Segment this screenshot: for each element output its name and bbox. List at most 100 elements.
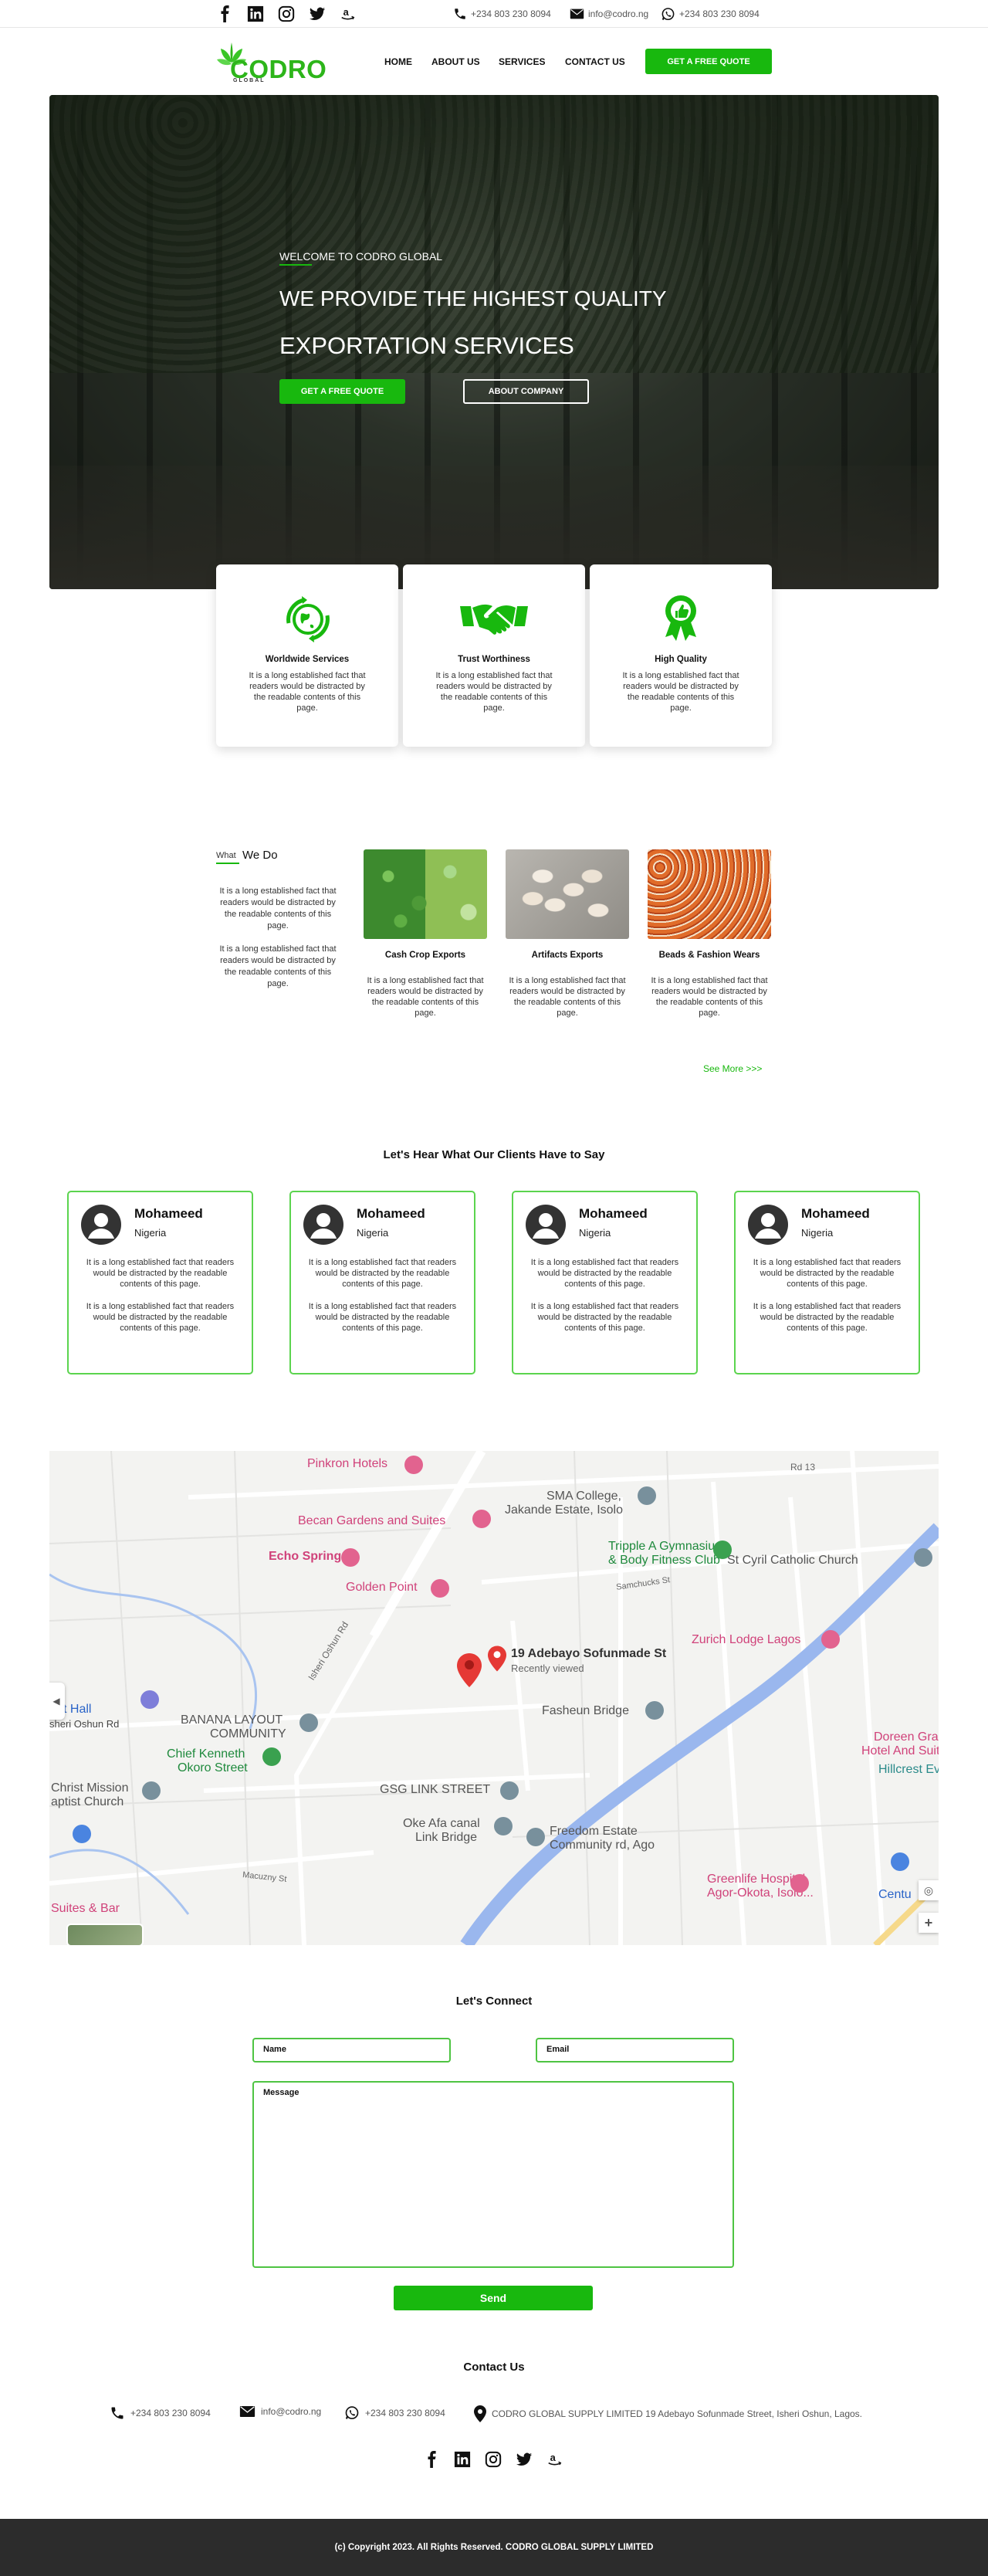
hero-title-line1: WE PROVIDE THE HIGHEST QUALITY bbox=[279, 286, 667, 310]
estate-marker-icon[interactable] bbox=[526, 1828, 545, 1846]
map-label-becan[interactable]: Becan Gardens and Suites bbox=[298, 1514, 445, 1528]
instagram-icon[interactable] bbox=[485, 2451, 502, 2468]
church-marker-icon[interactable] bbox=[142, 1781, 161, 1800]
map-label-hall[interactable]: t Hall bbox=[63, 1703, 91, 1717]
lodge-marker-icon[interactable] bbox=[821, 1630, 840, 1649]
email-field[interactable]: Email bbox=[536, 2038, 734, 2062]
map-label-golden[interactable]: Golden Point bbox=[346, 1581, 418, 1595]
nav-quote-button[interactable]: GET A FREE QUOTE bbox=[645, 49, 772, 74]
hall-marker-icon[interactable] bbox=[140, 1690, 159, 1709]
map-label-pinkron[interactable]: Pinkron Hotels bbox=[307, 1457, 387, 1471]
testimonial-location: Nigeria bbox=[801, 1227, 834, 1239]
message-field[interactable]: Message bbox=[252, 2081, 734, 2268]
map-label-banana2[interactable]: COMMUNITY bbox=[210, 1727, 286, 1741]
map-label-chief1[interactable]: Chief Kenneth bbox=[167, 1747, 245, 1761]
see-more-link[interactable]: See More >>> bbox=[703, 1063, 762, 1074]
map-label-sma[interactable]: SMA College, bbox=[546, 1490, 621, 1503]
facebook-icon[interactable] bbox=[424, 2451, 441, 2468]
product-text: It is a long established fact that reade… bbox=[651, 976, 768, 1018]
satellite-toggle-thumbnail[interactable] bbox=[66, 1924, 144, 1945]
map-label-echo[interactable]: Echo Spring bbox=[269, 1550, 341, 1564]
gym-marker-icon[interactable] bbox=[713, 1541, 732, 1559]
amazon-icon[interactable]: a bbox=[340, 5, 357, 22]
community-marker-icon[interactable] bbox=[299, 1713, 318, 1732]
contact-email-text: info@codro.ng bbox=[261, 2406, 322, 2417]
contact-email[interactable]: info@codro.ng bbox=[239, 2405, 321, 2418]
footer: (c) Copyright 2023. All Rights Reserved.… bbox=[0, 2519, 988, 2576]
testimonial-text: It is a long established fact that reade… bbox=[308, 1302, 457, 1333]
testimonial-text: It is a long established fact that reade… bbox=[530, 1302, 679, 1333]
map-label-okeafa2[interactable]: Link Bridge bbox=[415, 1831, 477, 1845]
contact-phone[interactable]: +234 803 230 8094 bbox=[110, 2405, 211, 2421]
testimonial-name: Mohameed bbox=[579, 1206, 648, 1221]
what-we-do-para1: It is a long established fact that reade… bbox=[219, 886, 337, 930]
map-label-tripple2[interactable]: & Body Fitness Club bbox=[608, 1554, 720, 1568]
map-label-address[interactable]: 19 Adebayo Sofunmade St bbox=[511, 1647, 666, 1661]
map-label-stcyril[interactable]: St Cyril Catholic Church bbox=[727, 1554, 858, 1568]
map-collapse-icon[interactable]: ◀ bbox=[49, 1683, 65, 1720]
contact-address[interactable]: CODRO GLOBAL SUPPLY LIMITED 19 Adebayo S… bbox=[474, 2405, 862, 2422]
map-label-centu[interactable]: Centu bbox=[878, 1888, 912, 1902]
zoom-in-icon[interactable]: + bbox=[919, 1913, 939, 1933]
topbar-phone[interactable]: +234 803 230 8094 bbox=[453, 7, 551, 21]
map-label-chief2[interactable]: Okoro Street bbox=[178, 1761, 248, 1775]
facebook-icon[interactable] bbox=[217, 5, 234, 22]
hero-quote-button[interactable]: GET A FREE QUOTE bbox=[279, 379, 405, 404]
hero-about-button[interactable]: ABOUT COMPANY bbox=[463, 379, 589, 404]
map-label-suites[interactable]: Suites & Bar bbox=[51, 1902, 120, 1916]
linkedin-icon[interactable] bbox=[454, 2451, 471, 2468]
instagram-icon[interactable] bbox=[278, 5, 295, 22]
testimonial-name: Mohameed bbox=[801, 1206, 870, 1221]
map-label-isheri: sheri Oshun Rd bbox=[49, 1718, 120, 1730]
my-location-icon[interactable]: ◎ bbox=[919, 1880, 939, 1900]
map-label-banana1[interactable]: BANANA LAYOUT bbox=[181, 1713, 283, 1727]
location-map[interactable]: Pinkron Hotels SMA College, Jakande Esta… bbox=[49, 1451, 939, 1945]
church-marker-icon[interactable] bbox=[914, 1548, 932, 1567]
map-label-fasheun[interactable]: Fasheun Bridge bbox=[542, 1704, 629, 1718]
map-label-freedom2[interactable]: Community rd, Ago bbox=[550, 1839, 655, 1852]
map-label-doreen1[interactable]: Doreen Grand bbox=[874, 1730, 939, 1744]
map-label-okeafa1[interactable]: Oke Afa canal bbox=[403, 1817, 480, 1831]
map-label-christ1[interactable]: Christ Mission bbox=[51, 1781, 128, 1795]
testimonial-card: Mohameed Nigeria It is a long establishe… bbox=[289, 1191, 475, 1374]
map-label-christ2[interactable]: aptist Church bbox=[51, 1795, 124, 1809]
map-label-freedom1[interactable]: Freedom Estate bbox=[550, 1825, 638, 1839]
shop-marker-icon[interactable] bbox=[431, 1579, 449, 1598]
contact-whatsapp[interactable]: +234 803 230 8094 bbox=[344, 2405, 445, 2421]
shopping-marker-icon[interactable] bbox=[73, 1825, 91, 1843]
map-label-hillcrest[interactable]: Hillcrest Events C bbox=[878, 1763, 939, 1777]
contact-phone-text: +234 803 230 8094 bbox=[130, 2408, 211, 2418]
avatar bbox=[81, 1205, 121, 1245]
topbar-whatsapp[interactable]: +234 803 230 8094 bbox=[661, 7, 760, 21]
linkedin-icon[interactable] bbox=[247, 5, 264, 22]
map-label-zurich[interactable]: Zurich Lodge Lagos bbox=[692, 1633, 800, 1647]
send-button[interactable]: Send bbox=[394, 2286, 593, 2310]
map-label-jakande[interactable]: Jakande Estate, Isolo bbox=[505, 1503, 623, 1517]
topbar-email[interactable]: info@codro.ng bbox=[570, 7, 648, 21]
nav-services[interactable]: SERVICES bbox=[499, 56, 545, 67]
map-label-gsg[interactable]: GSG LINK STREET bbox=[380, 1783, 490, 1797]
bridge-marker-icon[interactable] bbox=[645, 1701, 664, 1720]
map-recent-pin-icon[interactable] bbox=[488, 1646, 506, 1672]
map-location-pin-icon[interactable] bbox=[457, 1653, 482, 1687]
restaurant-marker-icon[interactable] bbox=[472, 1510, 491, 1528]
name-field[interactable]: Name bbox=[252, 2038, 451, 2062]
twitter-icon[interactable] bbox=[516, 2451, 533, 2468]
twitter-icon[interactable] bbox=[309, 5, 326, 22]
bar-marker-icon[interactable] bbox=[341, 1548, 360, 1567]
school-marker-icon[interactable] bbox=[638, 1486, 656, 1505]
nav-about[interactable]: ABOUT US bbox=[431, 56, 480, 67]
canal-marker-icon[interactable] bbox=[494, 1817, 513, 1835]
hotel-marker-icon[interactable] bbox=[404, 1456, 423, 1474]
phone-icon bbox=[110, 2405, 125, 2421]
map-label-doreen2[interactable]: Hotel And Suites bbox=[861, 1744, 939, 1758]
amazon-icon[interactable]: a bbox=[546, 2451, 563, 2468]
street-marker-icon[interactable] bbox=[262, 1747, 281, 1766]
map-label-tripple1[interactable]: Tripple A Gymnasium bbox=[608, 1540, 725, 1554]
store-marker-icon[interactable] bbox=[891, 1852, 909, 1871]
street-marker-icon[interactable] bbox=[500, 1781, 519, 1800]
nav-contact[interactable]: CONTACT US bbox=[565, 56, 625, 67]
hospital-marker-icon[interactable] bbox=[790, 1874, 809, 1893]
nav-home[interactable]: HOME bbox=[384, 56, 412, 67]
topbar-phone-text: +234 803 230 8094 bbox=[471, 8, 551, 19]
